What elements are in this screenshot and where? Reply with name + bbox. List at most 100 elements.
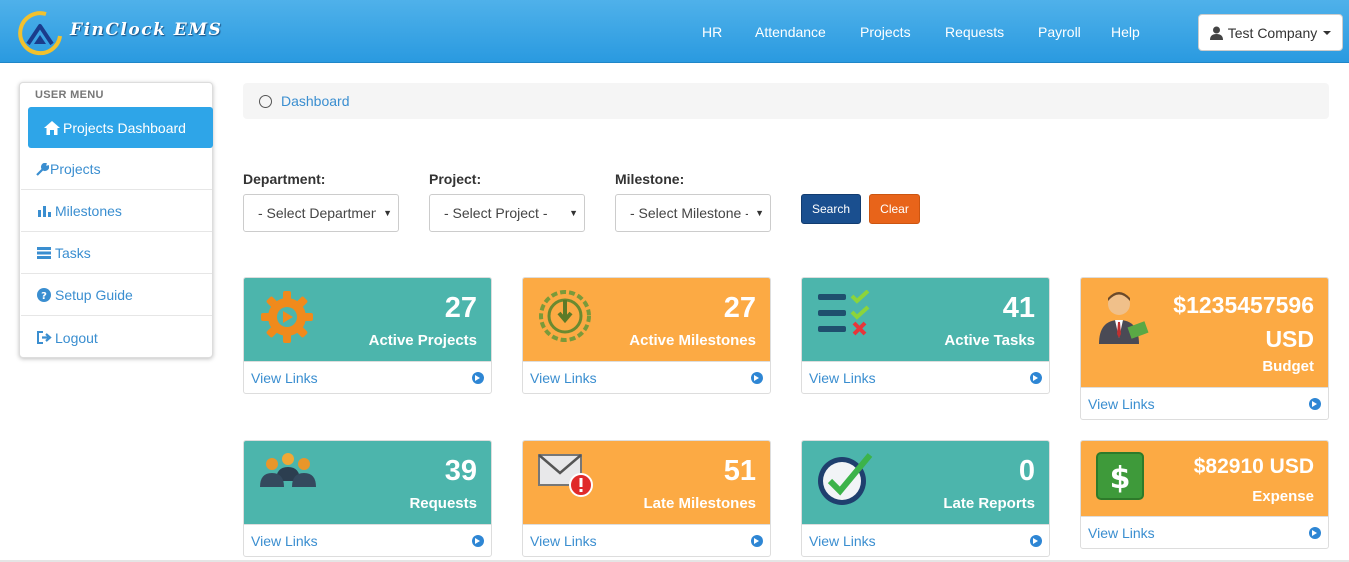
arrow-circle-right-icon (751, 534, 763, 547)
card-label: Active Projects (368, 332, 477, 349)
card-value: 39 (444, 455, 477, 487)
sidebar-item-label: Tasks (55, 245, 91, 261)
sidebar-item-label: Setup Guide (55, 287, 133, 303)
finclock-logo-icon[interactable] (16, 8, 64, 56)
user-menu-button[interactable]: Test Company (1198, 14, 1343, 51)
select-arrow-icon: ▼ (383, 208, 392, 218)
nav-payroll[interactable]: Payroll (1038, 0, 1081, 63)
nav-help[interactable]: Help (1111, 0, 1140, 63)
svg-text:?: ? (41, 291, 47, 302)
card-header: 27 Active Milestones (523, 278, 770, 361)
card-label: Budget (1262, 358, 1314, 375)
card-value-unit: USD (1265, 326, 1314, 352)
mail-alert-icon (538, 454, 593, 497)
card-label: Late Reports (943, 495, 1035, 512)
card-header: 41 Active Tasks (802, 278, 1049, 361)
dollar-icon: $ (1096, 452, 1144, 500)
card-value: 41 (1002, 292, 1035, 324)
card-view-links[interactable]: View Links (523, 524, 770, 556)
card-view-links[interactable]: View Links (523, 361, 770, 393)
arrow-circle-right-icon (1030, 371, 1042, 384)
card-requests: 39 Requests View Links (243, 440, 492, 557)
view-links-label: View Links (530, 369, 597, 386)
project-select-value: - Select Project - (444, 205, 548, 221)
card-label: Expense (1252, 488, 1314, 505)
card-active-projects: 27 Active Projects View Links (243, 277, 492, 394)
user-icon (1209, 26, 1223, 40)
search-button[interactable]: Search (801, 194, 861, 224)
user-menu-label: Test Company (1227, 24, 1318, 41)
sidebar-item-label: Logout (55, 329, 98, 346)
project-label: Project: (429, 171, 482, 187)
nav-hr[interactable]: HR (702, 0, 722, 63)
card-label: Active Milestones (629, 332, 756, 349)
card-view-links[interactable]: View Links (244, 361, 491, 393)
milestone-select-value: - Select Milestone - (630, 205, 748, 221)
view-links-label: View Links (251, 369, 318, 386)
project-select[interactable]: - Select Project - ▼ (429, 194, 585, 232)
select-arrow-icon: ▼ (755, 208, 764, 218)
arrow-circle-right-icon (1030, 534, 1042, 547)
checklist-icon (818, 290, 870, 336)
arrow-circle-right-icon (472, 371, 484, 384)
nav-requests[interactable]: Requests (945, 0, 1004, 63)
arrow-circle-right-icon (1309, 397, 1321, 410)
logout-icon (36, 330, 52, 346)
card-label: Requests (409, 495, 477, 512)
businessman-icon (1099, 292, 1149, 344)
view-links-label: View Links (809, 369, 876, 386)
card-value: $1235457596 (1173, 292, 1314, 318)
gear-icon (261, 291, 313, 343)
arrow-circle-right-icon (1309, 526, 1321, 539)
view-links-label: View Links (530, 532, 597, 549)
card-header: $ $82910 USD Expense (1081, 441, 1328, 516)
card-label: Late Milestones (643, 495, 756, 512)
card-view-links[interactable]: View Links (1081, 387, 1328, 419)
breadcrumb-dashboard-link[interactable]: Dashboard (281, 93, 350, 109)
department-select[interactable]: - Select Department - ▼ (243, 194, 399, 232)
nav-projects[interactable]: Projects (860, 0, 911, 63)
milestone-label: Milestone: (615, 171, 685, 187)
wrench-icon (36, 161, 49, 177)
sidebar-item-setup-guide[interactable]: ? Setup Guide (21, 275, 212, 316)
sidebar-item-projects-dashboard[interactable]: Projects Dashboard (28, 107, 213, 148)
view-links-label: View Links (1088, 395, 1155, 412)
sidebar-item-projects[interactable]: Projects (21, 149, 212, 190)
milestone-select[interactable]: - Select Milestone - ▼ (615, 194, 771, 232)
card-late-reports: 0 Late Reports View Links (801, 440, 1050, 557)
question-icon: ? (36, 287, 52, 303)
home-icon (44, 120, 60, 136)
sidebar-item-label: Milestones (55, 203, 122, 219)
card-active-milestones: 27 Active Milestones View Links (522, 277, 771, 394)
card-label: Active Tasks (944, 332, 1035, 349)
view-links-label: View Links (251, 532, 318, 549)
clock-check-icon (818, 453, 873, 505)
sidebar-item-label: Projects (50, 161, 101, 177)
group-icon (260, 453, 316, 487)
card-view-links[interactable]: View Links (1081, 516, 1328, 548)
card-view-links[interactable]: View Links (244, 524, 491, 556)
sidebar-item-label: Projects Dashboard (63, 119, 186, 136)
card-budget: $1235457596 USD Budget View Links (1080, 277, 1329, 420)
caret-down-icon (1323, 30, 1332, 35)
sidebar-heading: USER MENU (35, 89, 104, 101)
card-value: 51 (723, 455, 756, 487)
tasks-icon (36, 245, 52, 261)
card-expense: $ $82910 USD Expense View Links (1080, 440, 1329, 549)
card-late-milestones: 51 Late Milestones View Links (522, 440, 771, 557)
sidebar-item-milestones[interactable]: Milestones (21, 191, 212, 232)
sidebar-item-logout[interactable]: Logout (21, 317, 212, 358)
view-links-label: View Links (1088, 524, 1155, 541)
clear-button[interactable]: Clear (869, 194, 920, 224)
card-value: 27 (723, 292, 756, 324)
dashboard-icon (259, 94, 272, 108)
sidebar-item-tasks[interactable]: Tasks (21, 233, 212, 274)
card-header: 0 Late Reports (802, 441, 1049, 524)
nav-attendance[interactable]: Attendance (755, 0, 826, 63)
card-view-links[interactable]: View Links (802, 524, 1049, 556)
brand-name[interactable]: FinClock EMS (70, 20, 222, 40)
card-active-tasks: 41 Active Tasks View Links (801, 277, 1050, 394)
top-navbar: FinClock EMS HR Attendance Projects Requ… (0, 0, 1349, 63)
user-menu-sidebar: USER MENU Projects Dashboard Projects Mi… (19, 82, 213, 358)
card-view-links[interactable]: View Links (802, 361, 1049, 393)
